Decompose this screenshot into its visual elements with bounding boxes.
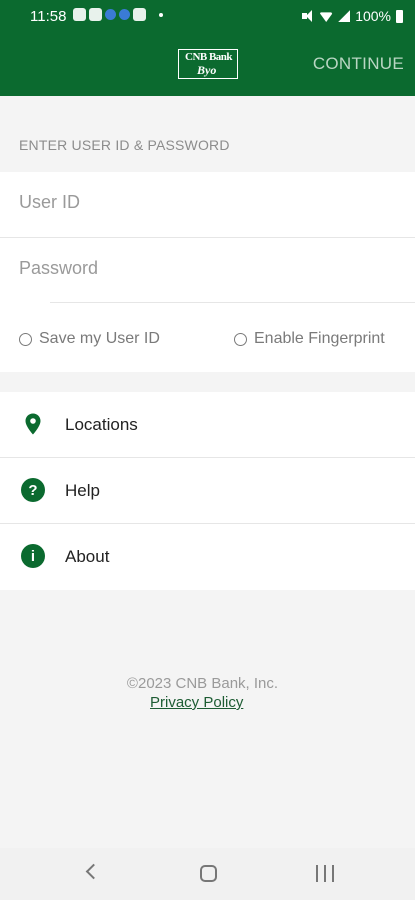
menu-list: Locations ? Help i About xyxy=(0,392,415,590)
app-icon xyxy=(105,9,116,20)
mute-icon xyxy=(302,10,314,22)
wifi-icon xyxy=(319,12,334,22)
notification-icons xyxy=(73,8,163,21)
cnb-bank-logo: CNB Bank Byo xyxy=(178,49,238,79)
menu-label-help: Help xyxy=(65,481,100,500)
question-icon: ? xyxy=(21,478,45,502)
logo-text-top: CNB Bank xyxy=(185,51,233,63)
app-icon xyxy=(119,9,130,20)
password-field[interactable] xyxy=(0,238,415,304)
app-header: CNB Bank Byo CONTINUE xyxy=(0,32,415,96)
more-notifications-icon xyxy=(159,12,163,17)
system-nav-bar xyxy=(0,848,415,900)
enable-fingerprint-option[interactable]: Enable Fingerprint xyxy=(234,330,385,348)
divider xyxy=(50,302,415,303)
info-icon: i xyxy=(21,544,45,568)
app-icon xyxy=(133,8,146,21)
save-user-id-option[interactable]: Save my User ID xyxy=(19,330,160,348)
system-icons: 100% xyxy=(302,8,403,24)
user-id-input[interactable] xyxy=(19,192,399,213)
menu-item-locations[interactable]: Locations xyxy=(0,392,415,458)
password-input[interactable] xyxy=(19,258,399,279)
battery-icon xyxy=(396,9,403,23)
save-user-id-label: Save my User ID xyxy=(39,330,160,347)
battery-percent: 100% xyxy=(355,8,391,24)
weather-icon xyxy=(73,8,86,21)
enable-fingerprint-radio[interactable] xyxy=(234,332,247,346)
menu-label-locations: Locations xyxy=(65,415,138,434)
status-bar: 11:58 100% xyxy=(0,0,415,32)
home-icon[interactable] xyxy=(200,865,217,882)
back-icon[interactable] xyxy=(85,863,102,880)
copyright-text: ©2023 CNB Bank, Inc. xyxy=(126,675,279,692)
privacy-policy-link[interactable]: Privacy Policy xyxy=(150,694,243,711)
recent-apps-icon[interactable] xyxy=(316,865,334,882)
logo-text-bottom: Byo xyxy=(197,63,217,77)
menu-label-about: About xyxy=(65,547,110,566)
calendar-icon xyxy=(89,8,102,21)
enable-fingerprint-label: Enable Fingerprint xyxy=(254,330,385,347)
user-id-field[interactable] xyxy=(0,172,415,238)
location-pin-icon xyxy=(21,412,45,436)
status-time: 11:58 xyxy=(30,8,67,25)
continue-button[interactable]: CONTINUE xyxy=(313,54,404,74)
login-card: Save my User ID Enable Fingerprint xyxy=(0,172,415,372)
save-user-id-radio[interactable] xyxy=(19,332,32,346)
menu-item-about[interactable]: i About xyxy=(0,524,415,590)
login-section-label: ENTER USER ID & PASSWORD xyxy=(19,137,230,153)
signal-icon xyxy=(338,10,351,22)
menu-item-help[interactable]: ? Help xyxy=(0,458,415,524)
